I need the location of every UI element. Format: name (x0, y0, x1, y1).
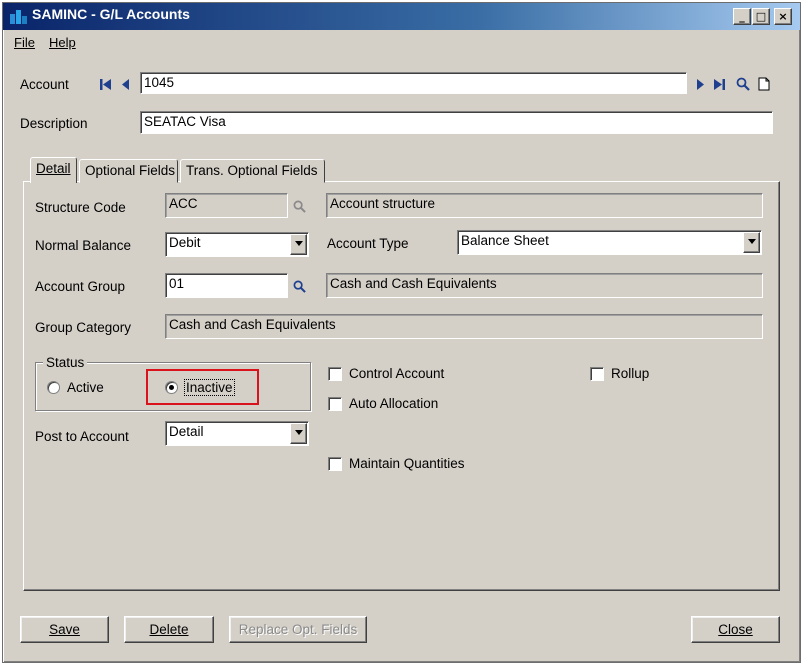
auto-allocation-label: Auto Allocation (349, 396, 439, 411)
account-finder-icon[interactable] (736, 77, 750, 91)
close-icon: × (778, 10, 788, 23)
save-button[interactable]: Save (20, 616, 109, 643)
maintain-quantities-label: Maintain Quantities (349, 456, 465, 471)
structure-code-field: ACC (165, 193, 288, 218)
status-inactive-selected-dot (169, 385, 174, 390)
auto-allocation-checkbox[interactable] (328, 397, 342, 411)
status-label: Status (43, 355, 88, 370)
menu-file-label: File (14, 35, 35, 50)
tab-trans-optional-fields-label: Trans. Optional Fields (186, 163, 318, 178)
delete-button[interactable]: Delete (124, 616, 214, 643)
first-record-icon[interactable] (99, 78, 113, 91)
minimize-icon: _ (739, 10, 745, 23)
tab-optional-fields-label: Optional Fields (85, 163, 176, 178)
control-account-label: Control Account (349, 366, 445, 381)
post-to-account-label: Post to Account (35, 429, 129, 444)
rollup-checkbox[interactable] (590, 367, 604, 381)
account-group-input[interactable]: 01 (165, 273, 288, 298)
account-input[interactable]: 1045 (140, 72, 687, 94)
close-button[interactable]: Close (691, 616, 780, 643)
group-category-label: Group Category (35, 320, 132, 335)
close-button-label: Close (718, 622, 753, 637)
save-button-label: Save (49, 622, 80, 637)
maximize-icon: □ (755, 10, 767, 23)
account-type-label: Account Type (327, 236, 409, 251)
account-group-description: Cash and Cash Equivalents (326, 273, 763, 298)
tab-optional-fields[interactable]: Optional Fields (79, 159, 178, 183)
structure-code-label: Structure Code (35, 200, 126, 215)
replace-opt-fields-label: Replace Opt. Fields (238, 622, 358, 637)
menu-help[interactable]: Help (49, 35, 76, 50)
next-record-icon[interactable] (695, 78, 705, 91)
previous-record-icon[interactable] (121, 78, 131, 91)
account-group-finder-icon[interactable] (293, 280, 306, 293)
status-inactive-radio[interactable] (165, 381, 178, 394)
account-type-value: Balance Sheet (461, 233, 549, 248)
last-record-icon[interactable] (712, 78, 726, 91)
menu-file[interactable]: File (14, 35, 35, 50)
status-inactive-label: Inactive (184, 379, 235, 396)
tab-trans-optional-fields[interactable]: Trans. Optional Fields (180, 159, 325, 183)
minimize-button[interactable]: _ (733, 8, 751, 25)
new-document-icon[interactable] (758, 77, 770, 91)
rollup-label: Rollup (611, 366, 650, 381)
description-input[interactable]: SEATAC Visa (140, 111, 773, 134)
post-to-account-value: Detail (169, 424, 204, 439)
status-active-label: Active (67, 380, 104, 395)
normal-balance-value: Debit (169, 235, 201, 250)
normal-balance-select[interactable]: Debit (165, 232, 309, 257)
window-title: SAMINC - G/L Accounts (32, 6, 190, 22)
delete-button-label: Delete (149, 622, 189, 637)
tab-detail-label: Detail (36, 161, 71, 176)
replace-opt-fields-button[interactable]: Replace Opt. Fields (229, 616, 367, 643)
tab-detail[interactable]: Detail (30, 157, 77, 183)
maintain-quantities-checkbox[interactable] (328, 457, 342, 471)
account-label: Account (20, 77, 69, 92)
app-icon (10, 10, 27, 24)
account-type-select[interactable]: Balance Sheet (457, 230, 762, 255)
description-label: Description (20, 116, 88, 131)
status-active-radio[interactable] (47, 381, 60, 394)
menu-help-label: Help (49, 35, 76, 50)
account-type-dropdown-icon[interactable] (743, 232, 760, 253)
account-group-label: Account Group (35, 279, 126, 294)
normal-balance-label: Normal Balance (35, 238, 132, 253)
group-category-field: Cash and Cash Equivalents (165, 314, 763, 339)
control-account-checkbox[interactable] (328, 367, 342, 381)
normal-balance-dropdown-icon[interactable] (290, 234, 307, 255)
maximize-button[interactable]: □ (752, 8, 770, 25)
structure-code-description: Account structure (326, 193, 763, 218)
post-to-account-dropdown-icon[interactable] (290, 423, 307, 444)
close-window-button[interactable]: × (774, 8, 792, 25)
post-to-account-select[interactable]: Detail (165, 421, 309, 446)
structure-finder-icon (293, 200, 306, 213)
